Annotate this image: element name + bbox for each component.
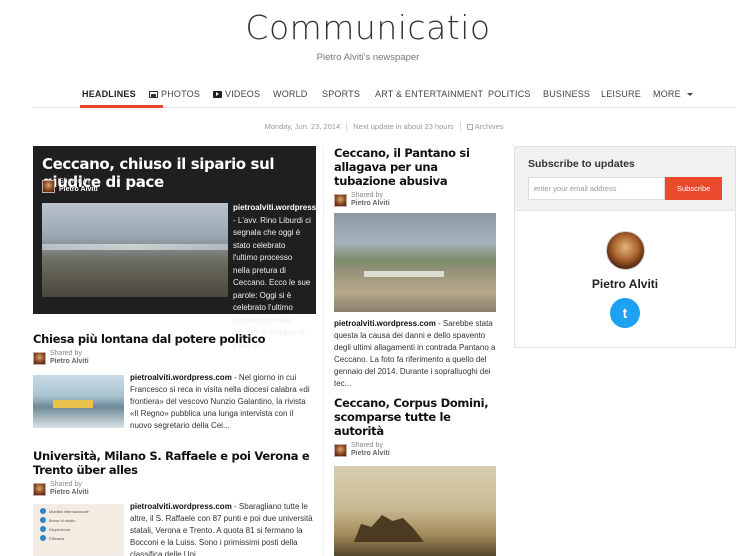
calendar-icon [466, 124, 473, 130]
info-bar: Monday, Jun. 23, 2014 Next update in abo… [0, 122, 736, 131]
author-name[interactable]: Pietro Alviti [50, 358, 89, 366]
photo-icon [149, 90, 158, 98]
author-name[interactable]: Pietro Alviti [59, 186, 98, 194]
shared-by: Shared by Pietro Alviti [33, 350, 316, 366]
email-field[interactable] [528, 177, 666, 200]
infographic-row: Borse di studio [40, 517, 117, 523]
author-name[interactable]: Pietro Alviti [351, 450, 390, 458]
site-title[interactable]: Communicatio [0, 8, 736, 48]
current-date: Monday, Jun. 23, 2014 [264, 122, 341, 131]
featured-story-image[interactable] [42, 203, 228, 297]
nav-leisure[interactable]: LEISURE [601, 89, 641, 99]
source-link[interactable]: pietroalviti.wordpress.com [130, 502, 232, 511]
story-card[interactable]: Ceccano, Corpus Domini, scomparse tutte … [334, 396, 496, 556]
nav-politics[interactable]: POLITICS [488, 89, 531, 99]
infographic-row: Dispersione [40, 526, 117, 532]
author-avatar [33, 482, 46, 496]
nav-videos[interactable]: VIDEOS [213, 89, 260, 99]
author-avatar [334, 443, 347, 457]
nav-photos[interactable]: PHOTOS [149, 89, 200, 99]
story-excerpt: pietroalviti.wordpress.com - Sarebbe sta… [334, 319, 496, 388]
bullet-icon [40, 517, 46, 523]
video-icon [213, 90, 222, 98]
avatar[interactable] [605, 231, 645, 270]
subscribe-box: Subscribe to updates Subscribe [515, 147, 735, 211]
source-link[interactable]: pietroalviti.wordpress.com [233, 203, 335, 212]
sidebar: Subscribe to updates Subscribe Pietro Al… [514, 146, 736, 348]
next-update: Next update in about 23 hours [346, 122, 460, 131]
nav-sports[interactable]: SPORTS [322, 89, 360, 99]
twitter-icon[interactable]: t [610, 298, 640, 328]
nav-business[interactable]: BUSINESS [543, 89, 590, 99]
story-excerpt: pietroalviti.wordpress.com - Nel giorno … [130, 373, 310, 430]
author-name[interactable]: Pietro Alviti [351, 200, 390, 208]
nav-headlines[interactable]: HEADLINES [82, 89, 136, 99]
profile-card: Pietro Alviti t [515, 211, 735, 328]
infographic-row: Efficacia [40, 535, 117, 541]
story-excerpt: pietroalviti.wordpress.com - Sbaragliano… [130, 502, 313, 556]
shared-by: Shared by Pietro Alviti [33, 481, 316, 497]
nav-art-entertainment[interactable]: ART & ENTERTAINMENT [375, 89, 483, 99]
story-card[interactable]: Università, Milano S. Raffaele e poi Ver… [33, 449, 316, 556]
story-title[interactable]: Ceccano, il Pantano si allagava per una … [334, 146, 496, 188]
subscribe-button[interactable]: Subscribe [665, 177, 722, 200]
nav-world[interactable]: WORLD [273, 89, 308, 99]
shared-by: Shared by Pietro Alviti [334, 192, 496, 208]
featured-story[interactable]: Ceccano, chiuso il sipario sul giudice d… [33, 146, 335, 350]
source-link[interactable]: pietroalviti.wordpress.com [130, 373, 232, 382]
bullet-icon [40, 526, 46, 532]
story-image[interactable] [334, 466, 496, 556]
infographic-row: Mobilità internazionale [40, 508, 117, 514]
main-nav: HEADLINES PHOTOS VIDEOS WORLD SPORTS ART… [32, 84, 736, 108]
bullet-icon [40, 535, 46, 541]
chevron-down-icon [686, 92, 693, 96]
archives-link[interactable]: Archives [459, 122, 510, 131]
active-tab-indicator [80, 105, 163, 108]
shared-by: Shared by Pietro Alviti [334, 442, 496, 458]
story-title[interactable]: Ceccano, Corpus Domini, scomparse tutte … [334, 396, 496, 438]
story-image[interactable] [334, 213, 496, 312]
site-tagline: Pietro Alviti's newspaper [316, 52, 420, 63]
story-image[interactable] [33, 375, 124, 428]
profile-name[interactable]: Pietro Alviti [515, 277, 735, 291]
masthead: Communicatio Pietro Alviti's newspaper [0, 8, 736, 63]
author-avatar [42, 179, 55, 193]
author-name[interactable]: Pietro Alviti [50, 489, 89, 497]
shared-by: Shared by Pietro Alviti [42, 178, 98, 194]
subscribe-title: Subscribe to updates [528, 158, 635, 170]
author-avatar [334, 193, 347, 207]
author-avatar [33, 351, 46, 365]
story-image[interactable]: Mobilità internazionale Borse di studio … [33, 504, 124, 556]
featured-story-excerpt: pietroalviti.wordpress.com - L'avv. Rino… [233, 203, 335, 350]
story-card[interactable]: Ceccano, il Pantano si allagava per una … [334, 146, 496, 390]
nav-more[interactable]: MORE [653, 89, 693, 99]
bullet-icon [40, 508, 46, 514]
source-link[interactable]: pietroalviti.wordpress.com [334, 319, 436, 328]
story-title[interactable]: Chiesa più lontana dal potere politico [33, 332, 316, 346]
story-card[interactable]: Chiesa più lontana dal potere politico S… [33, 332, 316, 430]
story-title[interactable]: Università, Milano S. Raffaele e poi Ver… [33, 449, 316, 477]
